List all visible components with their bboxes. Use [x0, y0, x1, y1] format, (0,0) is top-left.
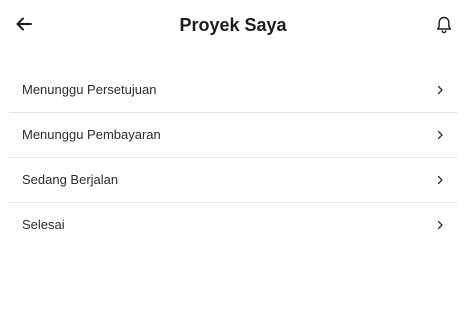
project-status-list: Menunggu Persetujuan Menunggu Pembayaran…	[9, 68, 458, 247]
list-item-menunggu-pembayaran[interactable]: Menunggu Pembayaran	[9, 113, 458, 158]
list-item-selesai[interactable]: Selesai	[9, 203, 458, 247]
list-item-label: Menunggu Pembayaran	[22, 127, 161, 142]
list-item-label: Sedang Berjalan	[22, 172, 119, 187]
app-header: Proyek Saya	[0, 0, 466, 50]
chevron-right-icon	[437, 220, 443, 230]
page-title: Proyek Saya	[179, 15, 287, 35]
bell-icon	[436, 16, 452, 34]
chevron-right-icon	[437, 175, 443, 185]
chevron-right-icon	[437, 130, 443, 140]
list-item-label: Menunggu Persetujuan	[22, 82, 157, 97]
list-item-sedang-berjalan[interactable]: Sedang Berjalan	[9, 158, 458, 203]
notification-button[interactable]	[433, 14, 455, 36]
list-item-menunggu-persetujuan[interactable]: Menunggu Persetujuan	[9, 68, 458, 113]
list-item-label: Selesai	[22, 217, 65, 232]
chevron-right-icon	[437, 85, 443, 95]
